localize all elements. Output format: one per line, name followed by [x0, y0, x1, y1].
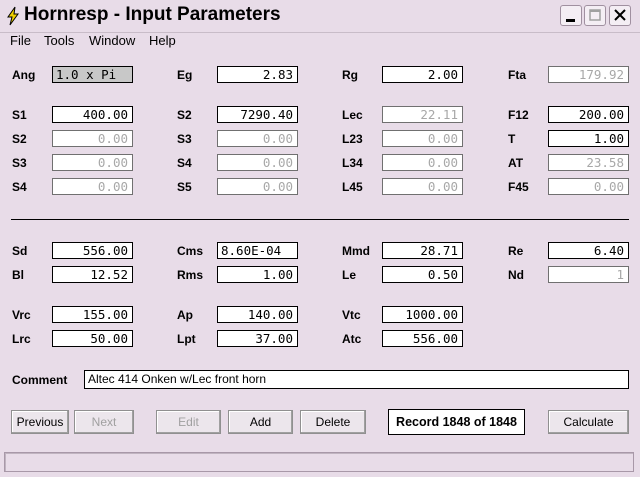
s3b-label: S3	[12, 156, 27, 170]
l45-label: L45	[342, 180, 363, 194]
maximize-button[interactable]	[584, 5, 606, 26]
next-button[interactable]: Next	[74, 410, 134, 434]
window-title: Hornresp - Input Parameters	[24, 4, 281, 25]
vtc-field[interactable]: 1000.00	[382, 306, 463, 323]
f12-label: F12	[508, 108, 529, 122]
s1-label: S1	[12, 108, 27, 122]
nd-field: 1	[548, 266, 629, 283]
s1-field[interactable]: 400.00	[52, 106, 133, 123]
menu-help[interactable]: Help	[149, 33, 176, 48]
bl-field[interactable]: 12.52	[52, 266, 133, 283]
lpt-field[interactable]: 37.00	[217, 330, 298, 347]
ang-label: Ang	[12, 68, 36, 82]
s4b-label: S4	[12, 180, 27, 194]
lrc-label: Lrc	[12, 332, 31, 346]
delete-button[interactable]: Delete	[300, 410, 366, 434]
vtc-label: Vtc	[342, 308, 361, 322]
re-label: Re	[508, 244, 524, 258]
s3-label: S3	[177, 132, 192, 146]
l23-label: L23	[342, 132, 363, 146]
cms-field[interactable]: 8.60E-04	[217, 242, 298, 259]
rms-label: Rms	[177, 268, 204, 282]
s4b-field: 0.00	[52, 178, 133, 195]
lightning-icon	[7, 6, 19, 26]
add-button[interactable]: Add	[228, 410, 293, 434]
eg-label: Eg	[177, 68, 193, 82]
vrc-field[interactable]: 155.00	[52, 306, 133, 323]
l45-field: 0.00	[382, 178, 463, 195]
lpt-label: Lpt	[177, 332, 196, 346]
s5-field: 0.00	[217, 178, 298, 195]
nd-label: Nd	[508, 268, 524, 282]
f45-label: F45	[508, 180, 529, 194]
s3b-field: 0.00	[52, 154, 133, 171]
le-field[interactable]: 0.50	[382, 266, 463, 283]
le-label: Le	[342, 268, 357, 282]
lrc-field[interactable]: 50.00	[52, 330, 133, 347]
s2-field[interactable]: 7290.40	[217, 106, 298, 123]
section-divider	[11, 219, 629, 220]
lec-label: Lec	[342, 108, 363, 122]
s3-field: 0.00	[217, 130, 298, 147]
close-icon	[614, 9, 626, 21]
s4-label: S4	[177, 156, 192, 170]
vrc-label: Vrc	[12, 308, 31, 322]
mmd-label: Mmd	[342, 244, 370, 258]
menu-tools[interactable]: Tools	[44, 33, 74, 48]
previous-button[interactable]: Previous	[11, 410, 69, 434]
s2b-field: 0.00	[52, 130, 133, 147]
eg-field[interactable]: 2.83	[217, 66, 298, 83]
menu-window[interactable]: Window	[89, 33, 135, 48]
ang-field[interactable]: 1.0 x Pi	[52, 66, 133, 83]
sd-field[interactable]: 556.00	[52, 242, 133, 259]
minimize-icon	[566, 19, 575, 22]
record-indicator: Record 1848 of 1848	[388, 409, 525, 435]
status-bar	[4, 452, 634, 472]
menu-bar: File Tools Window Help	[0, 32, 640, 50]
s2b-label: S2	[12, 132, 27, 146]
s5-label: S5	[177, 180, 192, 194]
ap-label: Ap	[177, 308, 193, 322]
bl-label: Bl	[12, 268, 24, 282]
comment-label: Comment	[12, 373, 68, 387]
hornresp-window: Hornresp - Input Parameters File Tools W…	[0, 0, 640, 477]
maximize-icon	[589, 9, 601, 21]
cms-label: Cms	[177, 244, 204, 258]
l34-field: 0.00	[382, 154, 463, 171]
rms-field[interactable]: 1.00	[217, 266, 298, 283]
re-field[interactable]: 6.40	[548, 242, 629, 259]
atc-field[interactable]: 556.00	[382, 330, 463, 347]
f12-field[interactable]: 200.00	[548, 106, 629, 123]
mmd-field[interactable]: 28.71	[382, 242, 463, 259]
atc-label: Atc	[342, 332, 362, 346]
minimize-button[interactable]	[560, 5, 582, 26]
l34-label: L34	[342, 156, 363, 170]
title-bar[interactable]: Hornresp - Input Parameters	[0, 0, 640, 33]
t-label: T	[508, 132, 516, 146]
sd-label: Sd	[12, 244, 28, 258]
fta-label: Fta	[508, 68, 526, 82]
l23-field: 0.00	[382, 130, 463, 147]
fta-field: 179.92	[548, 66, 629, 83]
lec-field: 22.11	[382, 106, 463, 123]
menu-file[interactable]: File	[10, 33, 31, 48]
comment-field[interactable]: Altec 414 Onken w/Lec front horn	[84, 370, 629, 389]
at-label: AT	[508, 156, 524, 170]
t-field[interactable]: 1.00	[548, 130, 629, 147]
at-field: 23.58	[548, 154, 629, 171]
rg-field[interactable]: 2.00	[382, 66, 463, 83]
f45-field: 0.00	[548, 178, 629, 195]
edit-button[interactable]: Edit	[156, 410, 221, 434]
calculate-button[interactable]: Calculate	[548, 410, 629, 434]
close-button[interactable]	[609, 5, 631, 26]
s2-label: S2	[177, 108, 192, 122]
ap-field[interactable]: 140.00	[217, 306, 298, 323]
rg-label: Rg	[342, 68, 358, 82]
s4-field: 0.00	[217, 154, 298, 171]
